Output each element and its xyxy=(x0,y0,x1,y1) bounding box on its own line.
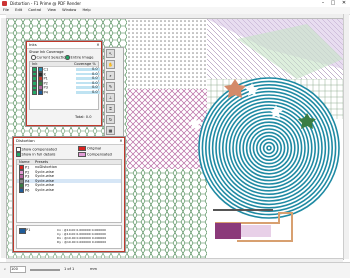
distortion-row[interactable]: P6 Sycle-wise xyxy=(17,187,121,193)
vertical-scrollbar[interactable] xyxy=(343,14,349,259)
detail-name: P1 xyxy=(26,228,31,232)
select-tool-icon[interactable]: ↖ xyxy=(106,49,115,58)
concentric-rings-graphic xyxy=(198,77,340,219)
ink-visible-checkbox[interactable] xyxy=(32,90,37,95)
window-title: Distortion - F1 Prime @ PDF Render xyxy=(10,1,82,6)
menu-control[interactable]: Control xyxy=(28,8,41,12)
total-value: 0.0 xyxy=(85,115,92,119)
show-compensated-label: Show compensated xyxy=(21,147,57,152)
distortion-rows: P1 noDistortion P2 Sycle-wise P3 Sycle-wise P4… xyxy=(17,165,121,193)
legend-original: Original xyxy=(78,146,102,151)
menu-file[interactable]: File xyxy=(3,8,9,12)
distortion-table: Name Presets P1 noDistortion P2 Sycle-wise P… xyxy=(16,159,122,223)
legend-original-swatch xyxy=(78,146,86,151)
total-label: Total: xyxy=(75,115,85,119)
detail-swatch xyxy=(19,228,26,234)
distortion-detail: P1 Cx : @10.00 0.000000 0.000000 Cy : @10… xyxy=(16,225,122,249)
option-entire-label: Entire Image xyxy=(70,55,94,60)
plate-name: P6 xyxy=(25,188,30,193)
ink-rows: C1 0.0 K 0.0 P1 0.0 P2 0.0 P3 0.0 P4 0.0 xyxy=(30,67,100,95)
col-name: Name xyxy=(19,160,30,164)
grid-tool-icon[interactable]: ▦ xyxy=(106,126,115,135)
distortion-panel-titlebar: Distortion ✕ xyxy=(14,138,124,145)
app-icon xyxy=(2,1,7,6)
show-compensated-option[interactable]: Show compensated xyxy=(16,147,57,152)
radio-current-icon[interactable] xyxy=(31,55,36,60)
col-coverage: Coverage % xyxy=(74,62,96,66)
col-ink: Ink xyxy=(32,62,38,66)
ink-panel-title: Inks xyxy=(29,42,37,47)
legend-compensated-label: Compensated xyxy=(87,152,112,157)
distortion-panel: Distortion ✕ Show compensated Show in fu… xyxy=(13,137,125,252)
distortion-panel-title: Distortion xyxy=(16,138,35,143)
option-current-label: Current Selection xyxy=(36,55,68,60)
crop-tool-icon[interactable]: ⌗ xyxy=(106,104,115,113)
legend-original-label: Original xyxy=(87,146,102,151)
option-current-selection[interactable]: Current Selection xyxy=(31,55,68,60)
ink-table: Ink Coverage % C1 0.0 K 0.0 P1 0.0 P2 0.0 P3 0.0 P… xyxy=(29,61,100,110)
distortion-panel-close-icon[interactable]: ✕ xyxy=(118,138,124,144)
status-bar: ⌕ 100 1 of 1 mm xyxy=(0,262,350,278)
hand-tool-icon[interactable]: ✋ xyxy=(106,60,115,69)
col-presets: Presets xyxy=(35,160,49,164)
measure-tool-icon[interactable]: ⊥ xyxy=(106,93,115,102)
zoom-icon: ⌕ xyxy=(4,267,7,271)
show-full-checkbox[interactable] xyxy=(16,152,21,157)
minimize-button[interactable]: – xyxy=(318,0,328,7)
show-compensated-checkbox[interactable] xyxy=(16,147,21,152)
ink-name: P4 xyxy=(43,90,48,95)
ink-row[interactable]: P4 0.0 xyxy=(30,89,100,95)
ink-panel-titlebar: Inks ✕ xyxy=(27,42,101,49)
option-entire-image[interactable]: Entire Image xyxy=(65,55,94,60)
menu-help[interactable]: Help xyxy=(82,8,90,12)
detail-line: Dy : @10.00 0.000000 0.000000 xyxy=(57,240,107,244)
show-full-label: Show in full details xyxy=(21,152,56,157)
ink-total: Total: 0.0 xyxy=(75,115,91,119)
close-button[interactable]: ✕ xyxy=(339,0,349,7)
ink-panel-close-icon[interactable]: ✕ xyxy=(95,42,101,48)
legend-compensated: Compensated xyxy=(78,152,112,157)
eyedropper-tool-icon[interactable]: ✎ xyxy=(106,82,115,91)
maximize-button[interactable]: □ xyxy=(328,0,338,7)
plate-swatch xyxy=(19,187,24,193)
coverage-value: 0.0 xyxy=(92,89,98,94)
menu-edit[interactable]: Edit xyxy=(15,8,22,12)
ink-swatch xyxy=(37,89,43,95)
rotate-tool-icon[interactable]: ↻ xyxy=(106,115,115,124)
show-full-option[interactable]: Show in full details xyxy=(16,152,56,157)
units-select[interactable]: mm xyxy=(90,267,97,271)
zoom-tool-icon[interactable]: ⌕ xyxy=(106,71,115,80)
zoom-slider[interactable] xyxy=(30,269,60,271)
menu-window[interactable]: Window xyxy=(62,8,76,12)
plate-preset[interactable]: Sycle-wise xyxy=(35,188,54,193)
radio-entire-icon[interactable] xyxy=(65,55,70,60)
legend-compensated-swatch xyxy=(78,152,86,157)
ink-coverage-panel: Inks ✕ Show Ink Coverage Current Selecti… xyxy=(26,41,102,126)
detail-lines: Cx : @10.00 0.000000 0.000000 Cy : @10.00… xyxy=(57,228,106,244)
menu-view[interactable]: View xyxy=(47,8,56,12)
page-indicator: 1 of 1 xyxy=(64,267,75,271)
ink-coverage-label: Show Ink Coverage xyxy=(29,50,64,54)
zoom-field[interactable]: 100 xyxy=(10,266,26,273)
